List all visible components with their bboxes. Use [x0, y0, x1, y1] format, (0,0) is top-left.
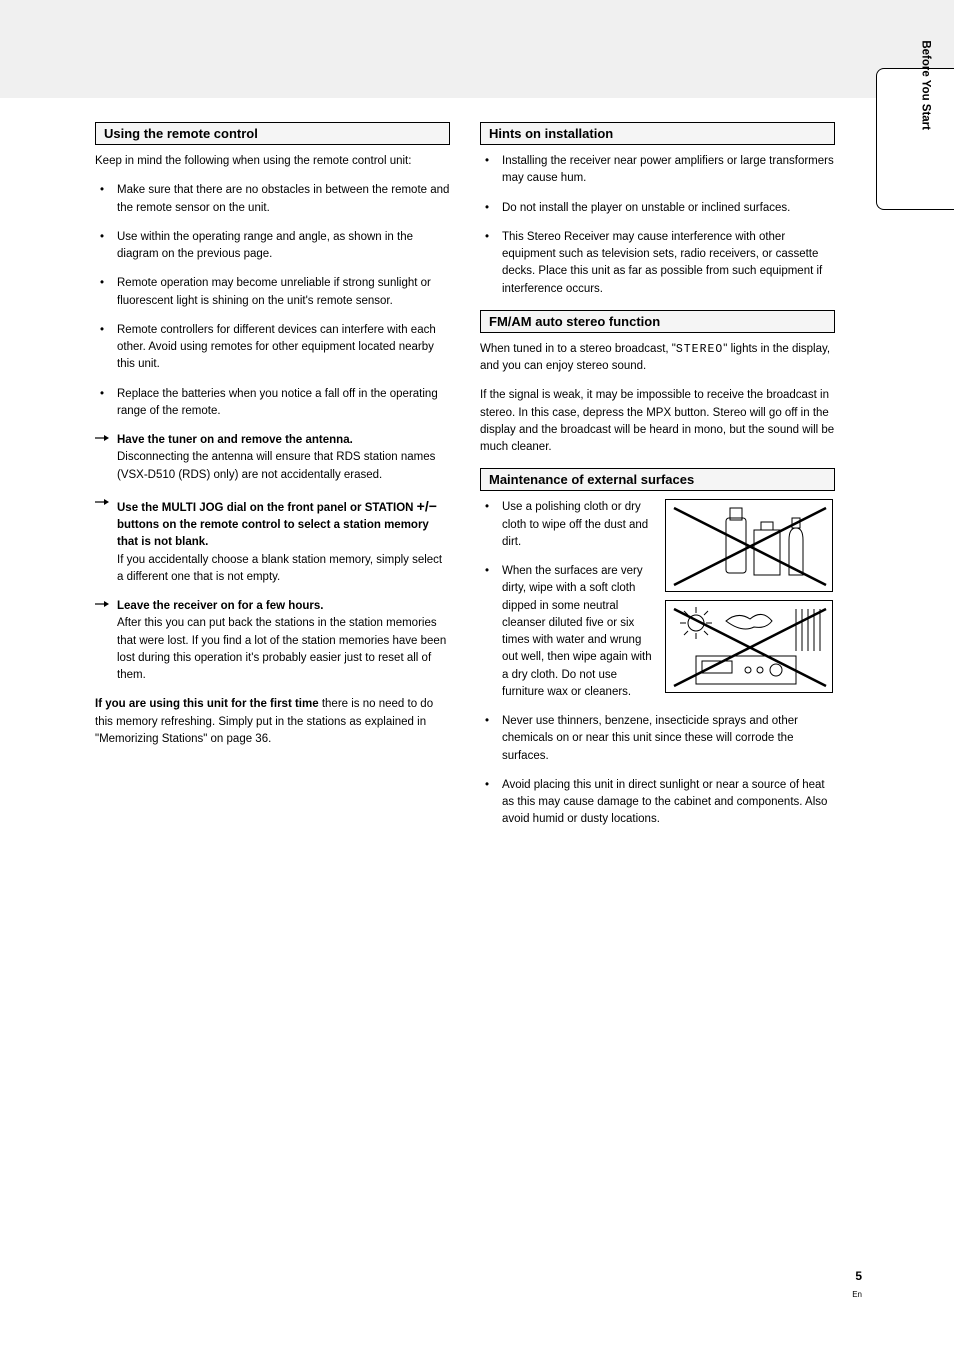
- bullet-icon: •: [480, 499, 494, 551]
- header-band: [0, 0, 954, 98]
- step-body-a: panel or STATION: [314, 502, 417, 514]
- stereo-paragraph: When tuned in to a stereo broadcast, "ST…: [480, 341, 835, 376]
- step-text: Have the tuner on and remove the antenna…: [117, 432, 450, 484]
- bullet-icon: •: [95, 229, 109, 264]
- bullet-item: • Make sure that there are no obstacles …: [95, 182, 450, 217]
- step-body: After this you can put back the stations…: [117, 617, 446, 681]
- step-lead: Use the MULTI JOG dial on the front: [117, 502, 314, 514]
- step-item: Use the MULTI JOG dial on the front pane…: [95, 496, 450, 586]
- illustration-block: [665, 499, 835, 701]
- bullet-icon: •: [480, 713, 494, 765]
- arrow-icon: [95, 432, 109, 484]
- bullet-icon: •: [95, 275, 109, 310]
- maintenance-block: • Use a polishing cloth or dry cloth to …: [480, 499, 835, 840]
- bullet-icon: •: [480, 153, 494, 188]
- page-number: 5: [855, 1269, 862, 1283]
- stereo-display-label: STEREO: [676, 343, 723, 356]
- bullet-icon: •: [95, 182, 109, 217]
- bullet-item: • Never use thinners, benzene, insectici…: [480, 713, 835, 765]
- bullet-text: When the surfaces are very dirty, wipe w…: [502, 563, 657, 701]
- bullet-text: Installing the receiver near power ampli…: [502, 153, 835, 188]
- bullet-text: Remote controllers for different devices…: [117, 322, 450, 374]
- outro-paragraph: If you are using this unit for the first…: [95, 696, 450, 748]
- arrow-icon: [95, 496, 109, 586]
- step-body: Disconnecting the antenna will ensure th…: [117, 451, 435, 480]
- side-tab: [876, 68, 954, 210]
- no-chemicals-illustration: [665, 499, 833, 592]
- bullet-icon: •: [480, 200, 494, 217]
- bullet-item: • Do not install the player on unstable …: [480, 200, 835, 217]
- bullet-icon: •: [95, 322, 109, 374]
- left-column: Using the remote control Keep in mind th…: [95, 122, 450, 841]
- bullet-text: This Stereo Receiver may cause interfere…: [502, 229, 835, 298]
- content-area: Using the remote control Keep in mind th…: [95, 122, 835, 841]
- no-heat-sun-illustration: [665, 600, 833, 693]
- bullet-item: • Use within the operating range and ang…: [95, 229, 450, 264]
- bullet-item: • Remote controllers for different devic…: [95, 322, 450, 374]
- stereo-paragraph-2: If the signal is weak, it may be impossi…: [480, 387, 835, 456]
- bullet-text: Never use thinners, benzene, insecticide…: [502, 713, 835, 765]
- step-body-b: buttons on the remote control to select …: [117, 519, 429, 548]
- section-heading-stereo: FM/AM auto stereo function: [480, 310, 835, 333]
- step-body-c: If you accidentally choose a blank stati…: [117, 554, 442, 583]
- section-heading-installation: Hints on installation: [480, 122, 835, 145]
- outro-lead: If you are using this unit for the first…: [95, 698, 319, 710]
- bullet-icon: •: [480, 777, 494, 829]
- bullet-icon: •: [480, 563, 494, 701]
- bullet-item: • Remote operation may become unreliable…: [95, 275, 450, 310]
- bullet-item: • Replace the batteries when you notice …: [95, 386, 450, 421]
- step-item: Have the tuner on and remove the antenna…: [95, 432, 450, 484]
- bullet-item: • Use a polishing cloth or dry cloth to …: [480, 499, 657, 551]
- side-tab-label: Before You Start: [920, 40, 932, 130]
- bullet-text: Replace the batteries when you notice a …: [117, 386, 450, 421]
- intro-paragraph: Keep in mind the following when using th…: [95, 153, 450, 170]
- bullet-text: Do not install the player on unstable or…: [502, 200, 790, 217]
- bullet-text: Use a polishing cloth or dry cloth to wi…: [502, 499, 657, 551]
- section-heading-maintenance: Maintenance of external surfaces: [480, 468, 835, 491]
- bullet-text: Remote operation may become unreliable i…: [117, 275, 450, 310]
- bullet-text: Make sure that there are no obstacles in…: [117, 182, 450, 217]
- step-text: Leave the receiver on for a few hours. A…: [117, 598, 450, 684]
- stereo-text-a: When tuned in to a stereo broadcast, ": [480, 343, 676, 355]
- bullet-item: • This Stereo Receiver may cause interfe…: [480, 229, 835, 298]
- bullet-item: • Installing the receiver near power amp…: [480, 153, 835, 188]
- right-column: Hints on installation • Installing the r…: [480, 122, 835, 841]
- bullet-text: Avoid placing this unit in direct sunlig…: [502, 777, 835, 829]
- step-lead: Leave the receiver on for a few hours.: [117, 600, 323, 612]
- bullet-text: Use within the operating range and angle…: [117, 229, 450, 264]
- page-language: En: [852, 1290, 862, 1299]
- plus-minus-icon: +/−: [417, 498, 437, 514]
- step-item: Leave the receiver on for a few hours. A…: [95, 598, 450, 684]
- bullet-item: • Avoid placing this unit in direct sunl…: [480, 777, 835, 829]
- step-text: Use the MULTI JOG dial on the front pane…: [117, 496, 450, 586]
- section-heading-remote: Using the remote control: [95, 122, 450, 145]
- arrow-icon: [95, 598, 109, 684]
- bullet-icon: •: [95, 386, 109, 421]
- bullet-icon: •: [480, 229, 494, 298]
- step-lead: Have the tuner on and remove the antenna…: [117, 434, 353, 446]
- bullet-item: • When the surfaces are very dirty, wipe…: [480, 563, 657, 701]
